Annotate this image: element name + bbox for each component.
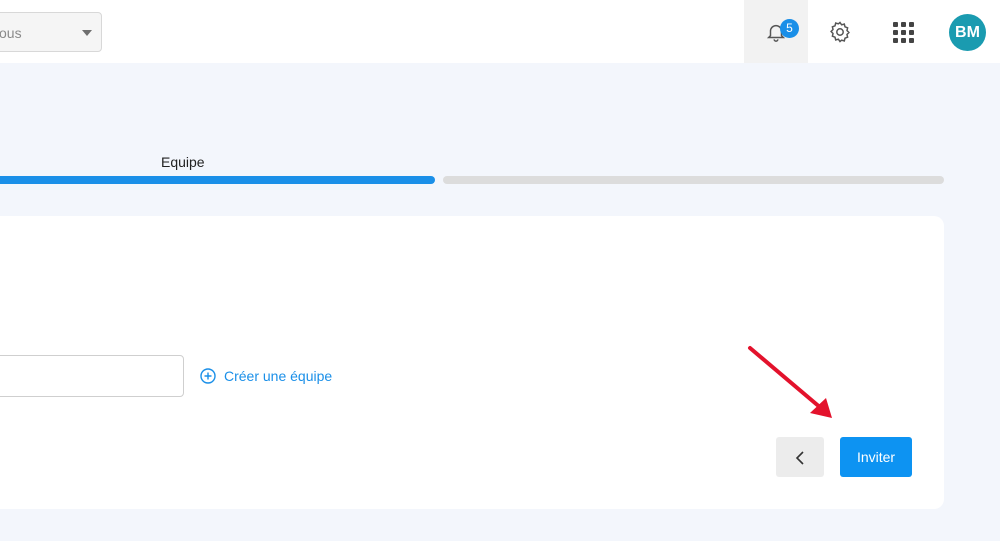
invite-button[interactable]: Inviter [840, 437, 912, 477]
scope-select-value: ous [0, 25, 22, 41]
apps-grid-icon[interactable] [893, 22, 914, 43]
user-avatar[interactable]: BM [949, 14, 986, 51]
gear-icon[interactable] [828, 20, 852, 44]
notification-count-badge: 5 [780, 19, 799, 38]
create-team-label: Créer une équipe [224, 368, 333, 384]
plus-circle-icon [200, 368, 216, 384]
chevron-left-icon [795, 451, 804, 465]
scope-select[interactable]: ous [0, 12, 102, 52]
caret-down-icon [82, 30, 92, 36]
top-bar: ous 5 BM [0, 0, 1000, 63]
progress-bar-remaining [443, 176, 944, 184]
step-label-equipe: Equipe [161, 154, 205, 170]
create-team-link[interactable]: Créer une équipe [200, 367, 332, 385]
red-arrow-icon [748, 346, 832, 418]
progress-bar-completed [0, 176, 435, 184]
back-button[interactable] [776, 437, 824, 477]
team-select-input[interactable] [0, 355, 184, 397]
